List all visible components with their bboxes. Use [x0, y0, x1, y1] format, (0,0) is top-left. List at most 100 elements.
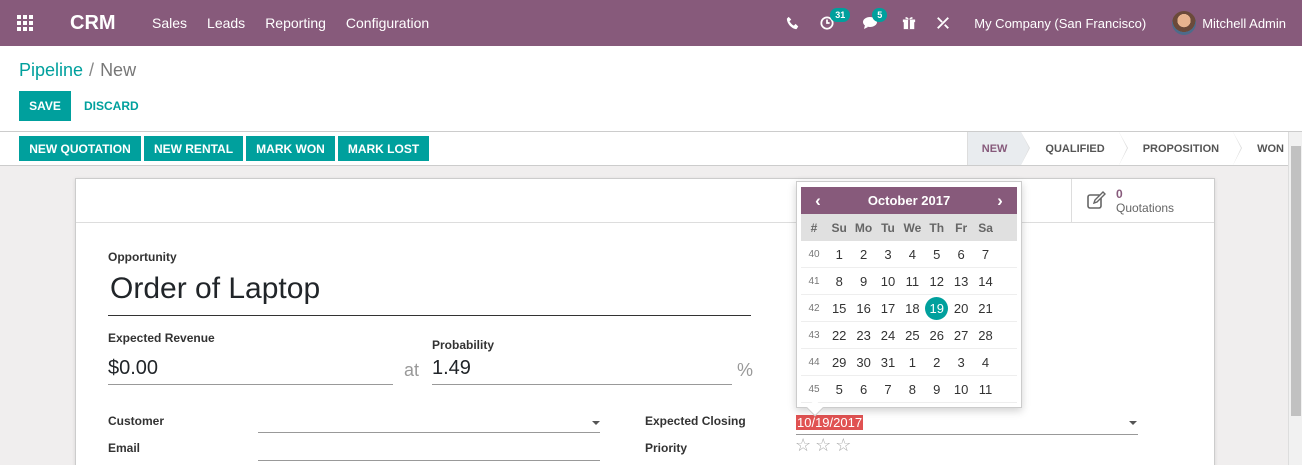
- user-menu[interactable]: Mitchell Admin: [1202, 16, 1286, 31]
- new-rental-button[interactable]: NEW RENTAL: [144, 136, 243, 161]
- datepicker-day[interactable]: 30: [851, 355, 875, 370]
- page-scrollbar[interactable]: [1288, 132, 1302, 465]
- datepicker-day[interactable]: 9: [851, 274, 875, 289]
- datepicker-day[interactable]: 2: [925, 355, 949, 370]
- app-name: CRM: [70, 11, 116, 34]
- priority-stars[interactable]: ☆ ☆ ☆: [795, 435, 855, 456]
- stage-new[interactable]: NEW: [966, 132, 1031, 165]
- datepicker-day[interactable]: 22: [827, 328, 851, 343]
- save-button[interactable]: SAVE: [19, 91, 71, 121]
- datepicker-week-row: 45 5 6 7 8 9 10 11: [801, 376, 1017, 403]
- apps-menu-icon[interactable]: [2, 0, 48, 46]
- menu-reporting[interactable]: Reporting: [265, 15, 326, 31]
- datepicker-day[interactable]: 15: [827, 301, 851, 316]
- datepicker-day[interactable]: 10: [949, 382, 973, 397]
- datepicker-day[interactable]: 31: [876, 355, 900, 370]
- priority-star-icon[interactable]: ☆: [795, 435, 811, 456]
- edit-document-icon: [1087, 191, 1106, 209]
- datepicker-day[interactable]: 27: [949, 328, 973, 343]
- datepicker-day[interactable]: 25: [900, 328, 924, 343]
- datepicker-day[interactable]: 23: [851, 328, 875, 343]
- breadcrumb-current: New: [100, 60, 137, 80]
- stage-qualified-label: QUALIFIED: [1045, 142, 1105, 155]
- datepicker-day[interactable]: 3: [949, 355, 973, 370]
- new-quotation-button[interactable]: NEW QUOTATION: [19, 136, 141, 161]
- datepicker-day[interactable]: 6: [949, 247, 973, 262]
- datepicker-day[interactable]: 26: [925, 328, 949, 343]
- mark-lost-button[interactable]: MARK LOST: [338, 136, 429, 161]
- datepicker-month-label[interactable]: October 2017: [868, 193, 950, 208]
- datepicker-day[interactable]: 13: [949, 274, 973, 289]
- stage-qualified[interactable]: QUALIFIED: [1021, 132, 1128, 165]
- datepicker-day[interactable]: 6: [851, 382, 875, 397]
- datepicker-day[interactable]: 16: [851, 301, 875, 316]
- top-navbar: CRM Sales Leads Reporting Configuration …: [0, 0, 1302, 46]
- user-avatar[interactable]: [1172, 11, 1197, 35]
- phone-icon[interactable]: [786, 16, 800, 30]
- datepicker-day[interactable]: 14: [973, 274, 997, 289]
- datepicker-day[interactable]: 21: [973, 301, 997, 316]
- datepicker-day[interactable]: 24: [876, 328, 900, 343]
- previous-month-chevron-icon[interactable]: ‹: [801, 187, 835, 214]
- week-number: 43: [808, 329, 820, 341]
- weekday-label: Su: [831, 220, 847, 235]
- email-label: Email: [108, 441, 141, 455]
- datepicker-day[interactable]: 7: [973, 247, 997, 262]
- datepicker-day[interactable]: 28: [973, 328, 997, 343]
- weekday-label: Mo: [854, 220, 873, 235]
- datepicker-day[interactable]: 11: [900, 274, 924, 289]
- datepicker-day[interactable]: 8: [900, 382, 924, 397]
- datepicker-day[interactable]: 1: [900, 355, 924, 370]
- datepicker-day[interactable]: 10: [876, 274, 900, 289]
- quotations-smart-button[interactable]: 0 Quotations: [1071, 179, 1214, 223]
- expected-closing-input[interactable]: 10/19/2017: [796, 415, 1138, 435]
- datepicker-day[interactable]: 4: [973, 355, 997, 370]
- datepicker-day[interactable]: 2: [851, 247, 875, 262]
- activities-clock-icon[interactable]: 31: [820, 8, 851, 30]
- menu-configuration[interactable]: Configuration: [346, 15, 429, 31]
- weekday-label: Sa: [978, 220, 993, 235]
- datepicker-day[interactable]: 29: [827, 355, 851, 370]
- datepicker-day[interactable]: 4: [900, 247, 924, 262]
- menu-leads[interactable]: Leads: [207, 15, 245, 31]
- weekday-label: Fr: [955, 220, 968, 235]
- datepicker-day[interactable]: 17: [876, 301, 900, 316]
- priority-star-icon[interactable]: ☆: [815, 435, 831, 456]
- gift-icon[interactable]: [902, 16, 916, 30]
- datepicker-day[interactable]: 8: [827, 274, 851, 289]
- datepicker-day[interactable]: 9: [925, 382, 949, 397]
- mark-won-button[interactable]: MARK WON: [246, 136, 335, 161]
- datepicker-day[interactable]: 11: [973, 382, 997, 397]
- company-switcher[interactable]: My Company (San Francisco): [974, 16, 1146, 31]
- datepicker-weekday-header: # Su Mo Tu We Th Fr Sa: [801, 214, 1017, 241]
- probability-input[interactable]: 1.49: [432, 357, 732, 385]
- datepicker-day[interactable]: 5: [827, 382, 851, 397]
- expected-closing-caret-icon[interactable]: [1129, 421, 1137, 425]
- datepicker-day[interactable]: 20: [949, 301, 973, 316]
- discard-button[interactable]: DISCARD: [84, 91, 139, 121]
- customer-dropdown-caret-icon[interactable]: [592, 421, 600, 425]
- messages-icon[interactable]: 5: [862, 8, 888, 30]
- datepicker-selected-day[interactable]: 19: [925, 296, 949, 320]
- stage-proposition[interactable]: PROPOSITION: [1119, 132, 1243, 165]
- priority-star-icon[interactable]: ☆: [835, 435, 851, 456]
- datepicker-day[interactable]: 7: [876, 382, 900, 397]
- form-sheet: 0 Quotations Opportunity Order of Laptop…: [75, 178, 1215, 465]
- debug-tools-icon[interactable]: [936, 16, 950, 30]
- datepicker-day[interactable]: 12: [925, 274, 949, 289]
- opportunity-name-input[interactable]: Order of Laptop: [108, 272, 751, 316]
- datepicker-day[interactable]: 5: [925, 247, 949, 262]
- datepicker-day[interactable]: 18: [900, 301, 924, 316]
- menu-sales[interactable]: Sales: [152, 15, 187, 31]
- next-month-chevron-icon[interactable]: ›: [983, 187, 1017, 214]
- datepicker-week-row: 43 22 23 24 25 26 27 28: [801, 322, 1017, 349]
- email-input[interactable]: [258, 441, 600, 461]
- datepicker-week-row: 40 1 2 3 4 5 6 7: [801, 241, 1017, 268]
- customer-input[interactable]: [258, 413, 600, 433]
- week-number: 40: [808, 248, 820, 260]
- expected-revenue-input[interactable]: $0.00: [108, 357, 393, 385]
- breadcrumb-pipeline-link[interactable]: Pipeline: [19, 60, 83, 80]
- datepicker-day[interactable]: 1: [827, 247, 851, 262]
- datepicker-day[interactable]: 3: [876, 247, 900, 262]
- breadcrumb: Pipeline / New: [19, 60, 136, 81]
